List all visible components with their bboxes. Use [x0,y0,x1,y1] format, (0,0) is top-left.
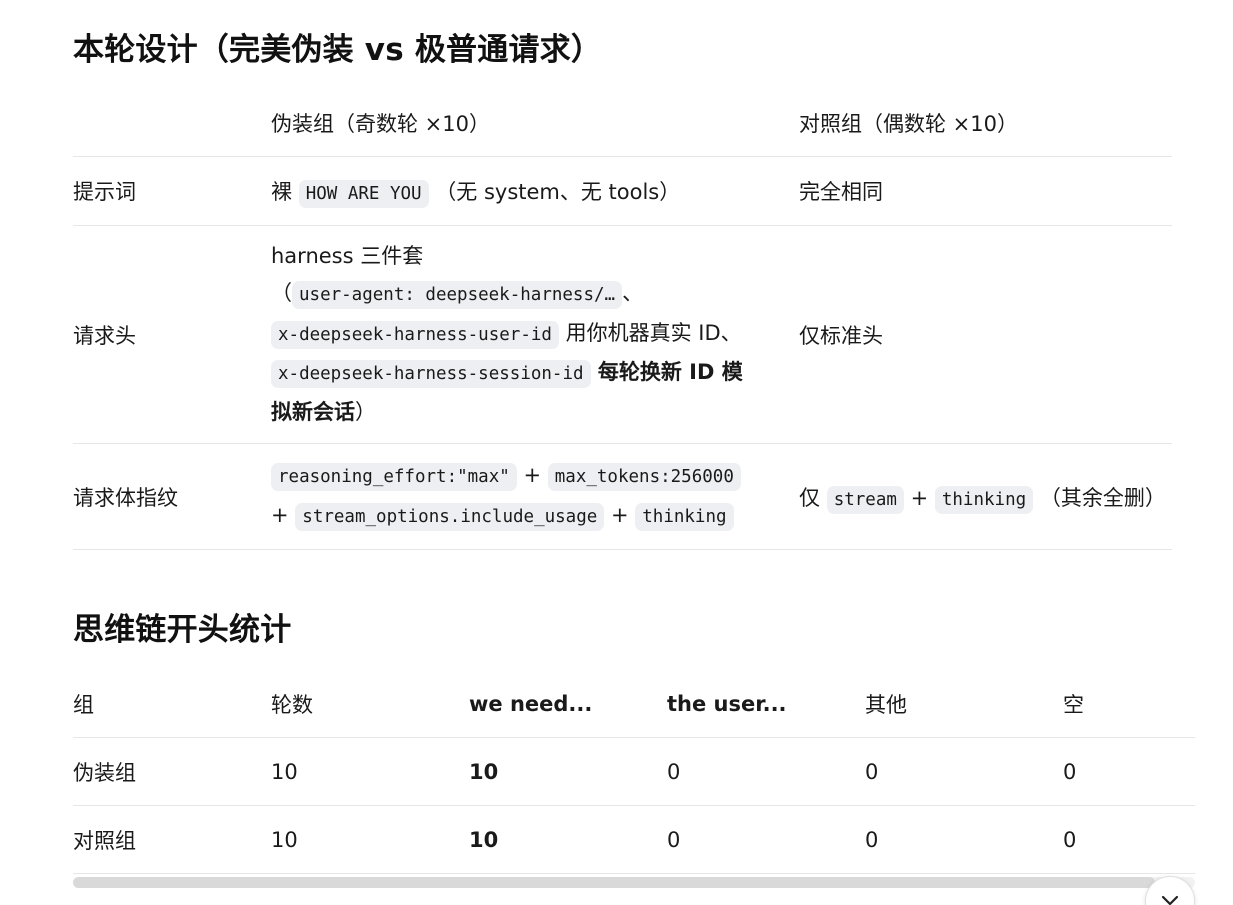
inline-code: thinking [934,485,1034,514]
inline-code: x-deepseek-harness-user-id [271,320,559,349]
inline-code: stream [826,485,904,514]
page: 本轮设计（完美伪装 vs 极普通请求） 伪装组（奇数轮 ×10） 对照组（偶数轮… [0,0,1233,905]
table-header-row: 组 轮数 we need... the user... 其他 空 [73,670,1195,738]
inline-code: thinking [635,502,734,531]
design-table: 伪装组（奇数轮 ×10） 对照组（偶数轮 ×10） 提示词 裸 HOW ARE … [73,90,1172,550]
text: + [271,502,296,527]
cell-group: 伪装组 [73,737,271,806]
inline-code: HOW ARE YOU [298,180,429,208]
cell-rounds: 10 [271,805,469,874]
headers-disguise-cell: harness 三件套（ user-agent: deepseek-harness… [271,225,799,444]
chevron-down-icon [1161,895,1179,905]
header-cell: we need... [469,670,667,738]
header-cell-disguise: 伪装组（奇数轮 ×10） [271,90,799,157]
text: （其余全删） [1033,485,1166,510]
cell-the-user: 0 [667,805,865,874]
row-label: 请求体指纹 [73,443,271,550]
cell-the-user: 0 [667,737,865,806]
table-row: 伪装组 10 10 0 0 0 [73,737,1195,806]
table-row: 请求体指纹 reasoning_effort:"max" + max_token… [73,443,1172,550]
text: + [604,502,636,527]
cell-we-need: 10 [469,737,667,806]
text: + [516,463,548,487]
header-cell: 组 [73,670,271,738]
stats-heading: 思维链开头统计 [73,612,292,648]
inline-code: reasoning_effort:"max" [271,463,517,491]
inline-code: stream_options.include_usage [295,502,605,531]
row-label: 提示词 [73,156,271,226]
text: 用你机器真实 ID、 [558,320,742,345]
body-disguise-cell: reasoning_effort:"max" + max_tokens:2560… [271,443,799,550]
table-header-row: 伪装组（奇数轮 ×10） 对照组（偶数轮 ×10） [73,90,1172,157]
text: + [903,485,935,510]
stats-table: 组 轮数 we need... the user... 其他 空 伪装组 10 … [73,670,1195,874]
header-cell [73,90,271,157]
text: 仅 [799,485,827,510]
header-cell: the user... [667,670,865,738]
table-row: 对照组 10 10 0 0 0 [73,805,1195,874]
headers-control-cell: 仅标准头 [799,225,1172,444]
text: 裸 [271,180,299,204]
table-row: 请求头 harness 三件套（ user-agent: deepseek-har… [73,225,1172,444]
cell-other: 0 [865,737,1063,806]
prompt-disguise-cell: 裸 HOW ARE YOU （无 system、无 tools） [271,156,799,226]
scrollbar-thumb[interactable] [73,877,1155,888]
cell-group: 对照组 [73,805,271,874]
design-heading: 本轮设计（完美伪装 vs 极普通请求） [73,32,603,68]
text: （无 system、无 tools） [428,180,681,204]
header-cell: 其他 [865,670,1063,738]
table-row: 提示词 裸 HOW ARE YOU （无 system、无 tools） 完全相… [73,156,1172,226]
text: 、 [622,281,644,306]
cell-empty: 0 [1063,737,1195,806]
cell-rounds: 10 [271,737,469,806]
header-cell: 空 [1063,670,1195,738]
header-cell: 轮数 [271,670,469,738]
text: ） [355,399,376,424]
cell-empty: 0 [1063,805,1195,874]
row-label: 请求头 [73,225,271,444]
body-control-cell: 仅 stream + thinking （其余全删） [799,443,1172,550]
inline-code: user-agent: deepseek-harness/… [292,281,623,310]
cell-we-need: 10 [469,805,667,874]
header-cell-control: 对照组（偶数轮 ×10） [799,90,1172,157]
horizontal-scrollbar[interactable] [73,877,1195,888]
prompt-control-cell: 完全相同 [799,156,1172,226]
inline-code: x-deepseek-harness-session-id [271,360,591,389]
cell-other: 0 [865,805,1063,874]
inline-code: max_tokens:256000 [547,463,741,491]
